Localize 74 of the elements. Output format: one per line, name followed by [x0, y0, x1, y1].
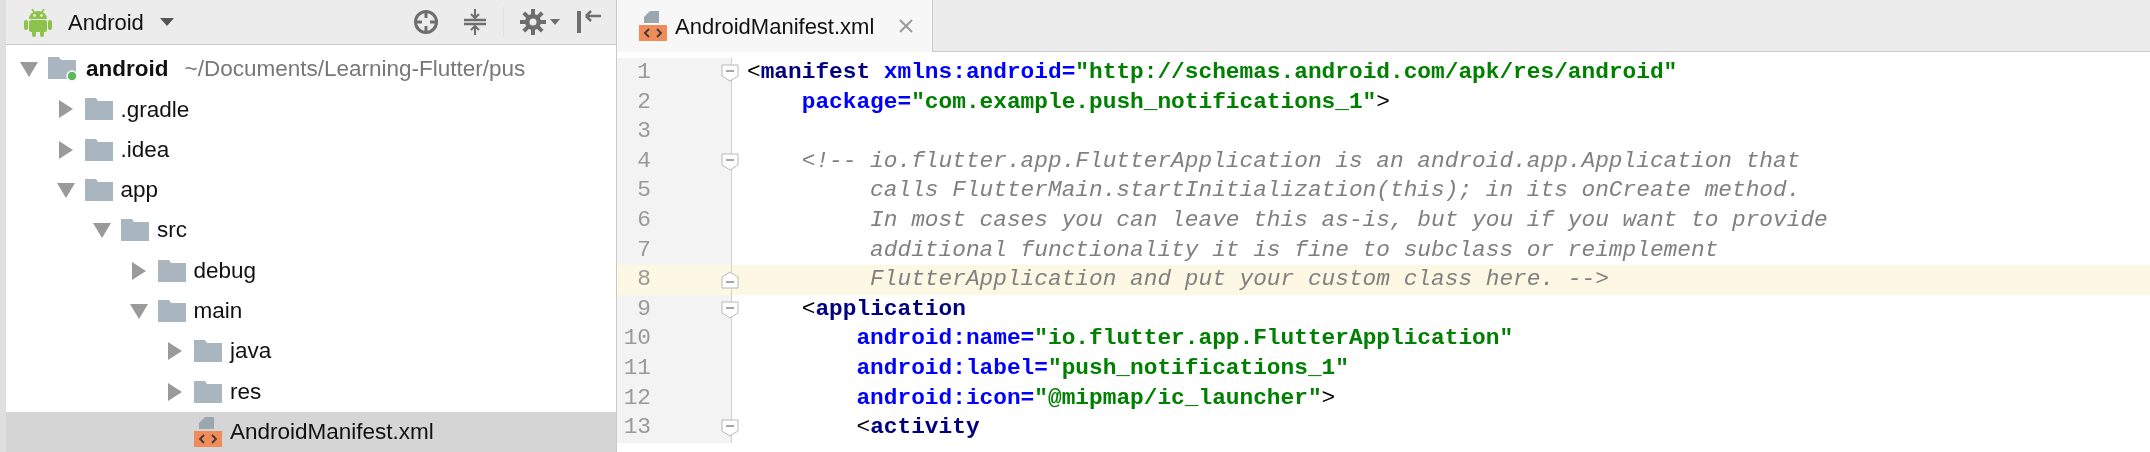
folder-icon — [194, 380, 222, 403]
tree-item[interactable]: android ~/Documents/Learning-Flutter/pus — [6, 49, 616, 90]
folder-icon — [194, 340, 222, 363]
module-folder-icon — [48, 57, 78, 82]
tree-label: src — [157, 216, 187, 245]
android-icon — [24, 7, 52, 37]
line-number: 1 — [637, 58, 651, 87]
code-line: <manifest xmlns:android="http://schemas.android.com/apk/res/android" — [747, 58, 1678, 87]
caret-icon — [159, 18, 174, 26]
code-line: android:label="push_notifications_1" — [855, 353, 1349, 383]
editor-tab[interactable]: AndroidManifest.xml — [617, 0, 934, 52]
code-line: package="com.example.push_notifications_1"> — [800, 87, 1390, 117]
fold-icon[interactable] — [721, 300, 739, 319]
line-number: 4 — [637, 146, 651, 176]
folder-icon — [121, 219, 149, 242]
line-number: 6 — [637, 205, 651, 235]
close-icon[interactable] — [898, 18, 915, 34]
line-number: 5 — [637, 176, 651, 206]
fold-icon[interactable] — [721, 152, 739, 171]
line-number: 13 — [623, 413, 651, 443]
tree-label: app — [120, 176, 159, 205]
code-line: In most cases you can leave this as-is, but you if you want to provide — [869, 205, 1828, 235]
collapse-arrow-icon[interactable] — [18, 60, 40, 79]
line-number: 8 — [637, 265, 651, 295]
tree-label: res — [230, 377, 262, 406]
xml-file-icon — [639, 11, 667, 41]
tree-label: AndroidManifest.xml — [230, 417, 434, 446]
code-line: FlutterApplication and put your custom class here. --> — [869, 265, 1609, 295]
line-number: 9 — [637, 294, 651, 324]
fold-icon[interactable] — [721, 418, 739, 437]
tree-item[interactable]: .gradle — [6, 89, 616, 130]
line-number: 3 — [637, 117, 651, 147]
line-number: 2 — [637, 87, 651, 117]
tree-label: java — [230, 337, 272, 366]
locate-icon[interactable] — [413, 9, 439, 35]
tree-item[interactable]: AndroidManifest.xml — [6, 411, 616, 452]
tree-label: .gradle — [120, 95, 190, 124]
xml-file-icon — [194, 416, 222, 447]
line-number: 12 — [623, 383, 651, 413]
collapse-arrow-icon[interactable] — [54, 181, 77, 200]
tree-label: debug — [193, 256, 257, 285]
code-line: <application — [800, 294, 966, 324]
folder-icon — [84, 179, 113, 202]
settings-icon[interactable] — [520, 9, 560, 35]
tree-item[interactable]: src — [6, 210, 616, 251]
tree-item[interactable]: debug — [6, 250, 616, 291]
folder-icon — [84, 138, 113, 161]
code-line: <activity — [855, 413, 980, 443]
line-number: 10 — [623, 324, 651, 354]
tree-label: .idea — [120, 135, 170, 164]
code-line: additional functionality it is fine to subclass or reimplement — [869, 235, 1719, 265]
tree-label: main — [193, 297, 243, 326]
code-line: <!-- io.flutter.app.FlutterApplication is an android.app.Application that — [800, 146, 1801, 176]
tree-item[interactable]: java — [6, 331, 616, 372]
tree-item[interactable]: app — [6, 169, 616, 211]
collapse-icon[interactable] — [463, 9, 487, 35]
fold-icon[interactable] — [721, 63, 739, 82]
line-number: 7 — [637, 235, 651, 265]
folder-icon — [157, 299, 186, 322]
project-path: ~/Documents/Learning-Flutter/pus — [184, 55, 526, 84]
tree-item[interactable]: .idea — [6, 129, 616, 170]
folder-icon — [84, 98, 113, 121]
collapse-arrow-icon[interactable] — [127, 301, 150, 320]
line-number: 11 — [623, 353, 651, 383]
folder-icon — [157, 259, 186, 282]
hide-panel-icon[interactable] — [576, 9, 602, 35]
code-line: calls FlutterMain.startInitialization(this); in its onCreate method. — [869, 176, 1801, 206]
view-dropdown[interactable]: Android — [68, 5, 174, 39]
code-line: android:icon="@mipmap/ic_launcher"> — [855, 383, 1336, 413]
tree-label: android — [86, 55, 169, 84]
tree-item[interactable]: res — [6, 371, 616, 412]
code-line: android:name="io.flutter.app.FlutterApplication" — [855, 324, 1514, 354]
collapse-arrow-icon[interactable] — [91, 221, 113, 240]
tree-item[interactable]: main — [6, 290, 616, 332]
